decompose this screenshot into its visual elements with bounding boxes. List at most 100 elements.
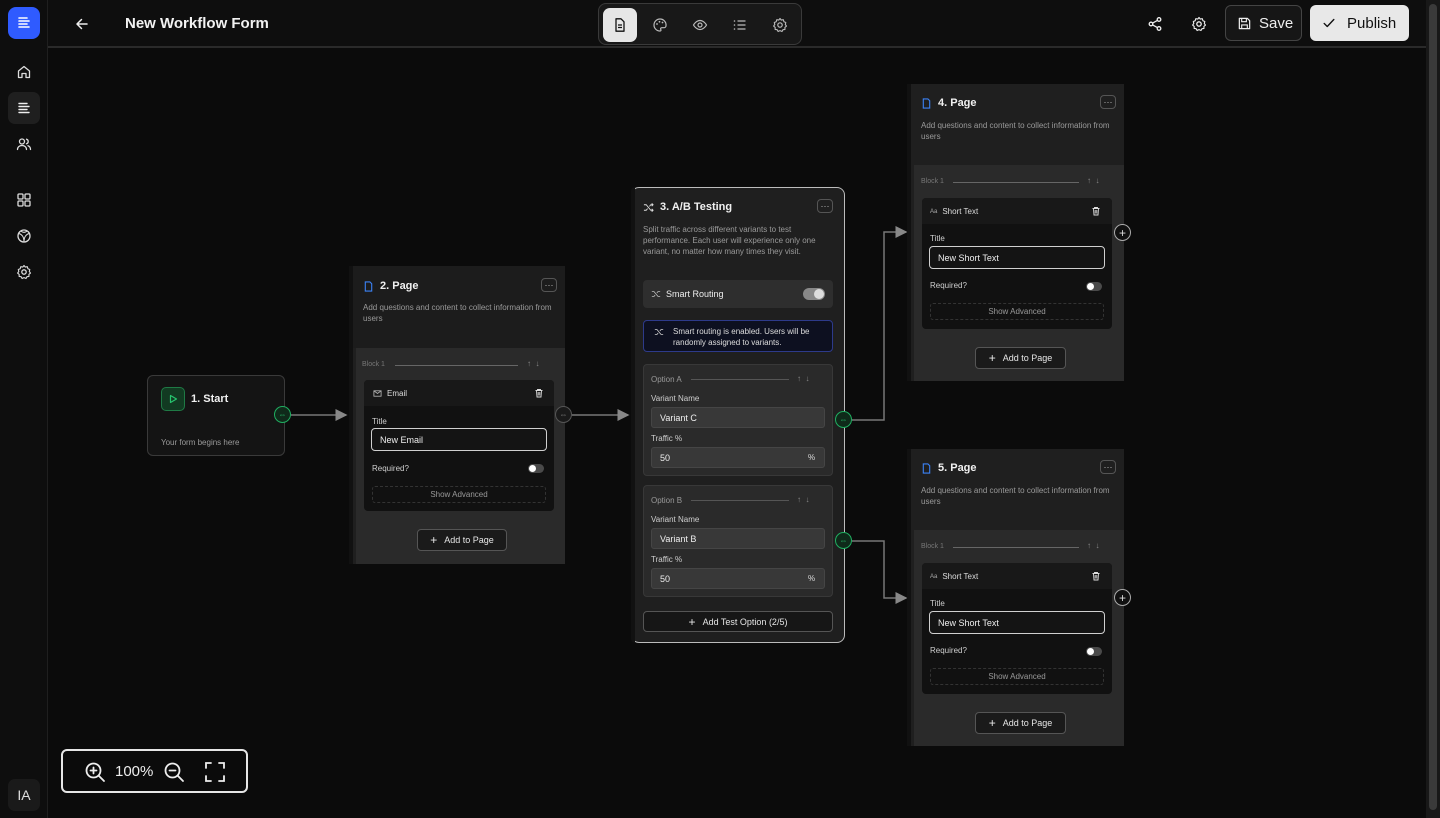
page-icon [922, 462, 931, 474]
page4-title-text: 4. Page [938, 97, 977, 109]
field-type-label: Short Text [942, 207, 979, 216]
start-node[interactable]: 1. Start Your form begins here [147, 375, 285, 456]
ab-description: Split traffic across different variants … [643, 225, 816, 256]
required-toggle[interactable] [528, 464, 544, 473]
page2-output-handle[interactable]: ⇔ [555, 406, 572, 423]
page-node-4[interactable]: 4. Page ··· Add questions and content to… [907, 84, 1124, 381]
field-type: Aa Short Text [930, 207, 978, 216]
page2-title: 2. Page [363, 280, 419, 292]
smart-routing-info-text: Smart routing is enabled. Users will be … [673, 327, 810, 347]
page-node-2[interactable]: 2. Page ··· Add questions and content to… [349, 266, 565, 564]
smart-routing-label: Smart Routing [666, 289, 724, 299]
percent-unit: % [808, 574, 816, 583]
traffic-label: Traffic % [651, 555, 683, 564]
mail-icon [373, 390, 382, 397]
start-output-handle[interactable]: ⇔ [274, 406, 291, 423]
option-a-output-handle[interactable]: ⇔ [835, 411, 852, 428]
zoom-level: 100% [115, 763, 154, 780]
title-label: Title [930, 234, 945, 243]
smart-routing-info: Smart routing is enabled. Users will be … [643, 320, 833, 352]
play-icon [161, 387, 185, 411]
option-b-label: Option B [651, 496, 683, 505]
add-to-page-label: Add to Page [1002, 718, 1053, 728]
title-input[interactable]: New Short Text [929, 611, 1105, 634]
ab-menu-button[interactable]: ··· [817, 199, 833, 213]
add-node-button[interactable]: + [1114, 589, 1131, 606]
field-type-label: Email [387, 389, 408, 398]
text-icon: Aa [930, 208, 938, 215]
zoom-out-icon[interactable] [163, 761, 185, 783]
traffic-label: Traffic % [651, 434, 683, 443]
title-input[interactable]: New Email [371, 428, 547, 451]
title-input[interactable]: New Short Text [929, 246, 1105, 269]
block-label: Block 1 [362, 361, 385, 368]
traffic-input[interactable]: 50 [651, 447, 825, 468]
short-text-field-card[interactable]: Aa Short Text Title New Short Text Requi… [922, 563, 1112, 694]
trash-icon[interactable] [1091, 571, 1101, 581]
plus-icon: + [688, 614, 696, 629]
fit-view-icon[interactable] [204, 761, 226, 783]
add-to-page-label: Add to Page [444, 535, 494, 545]
shuffle-icon [654, 329, 664, 335]
show-advanced-button[interactable]: Show Advanced [372, 486, 546, 503]
page5-block: Block 1 ↑ ↓ Aa Short Text Title New Shor… [914, 530, 1124, 746]
traffic-input[interactable]: 50 [651, 568, 825, 589]
required-label: Required? [930, 281, 967, 290]
add-test-option-label: Add Test Option (2/5) [702, 616, 788, 627]
field-type: Email [373, 389, 407, 398]
short-text-field-card[interactable]: Aa Short Text Title New Short Text Requi… [922, 198, 1112, 329]
block-label: Block 1 [921, 543, 944, 550]
vertical-scrollbar[interactable] [1426, 0, 1440, 818]
option-a-label: Option A [651, 375, 682, 384]
page4-title: 4. Page [921, 97, 977, 109]
page2-title-text: 2. Page [380, 280, 419, 292]
page2-menu-button[interactable]: ··· [541, 278, 557, 292]
page-icon [364, 280, 373, 292]
plus-icon: + [988, 351, 996, 365]
variant-name-input[interactable]: Variant C [651, 407, 825, 428]
page4-menu-button[interactable]: ··· [1100, 95, 1116, 109]
required-label: Required? [372, 464, 409, 473]
edge-optiona-to-page4 [852, 226, 908, 421]
page5-title: 5. Page [921, 462, 977, 474]
smart-routing-toggle[interactable] [803, 288, 825, 300]
page5-menu-button[interactable]: ··· [1100, 460, 1116, 474]
block-move-arrows[interactable]: ↑ ↓ [527, 359, 539, 368]
start-title: 1. Start [191, 393, 229, 405]
ab-title: 3. A/B Testing [643, 201, 732, 213]
option-b-output-handle[interactable]: ⇔ [835, 532, 852, 549]
title-label: Title [372, 417, 387, 426]
trash-icon[interactable] [1091, 206, 1101, 216]
page-node-5[interactable]: 5. Page ··· Add questions and content to… [907, 449, 1124, 746]
variant-name-label: Variant Name [651, 394, 700, 403]
page4-description: Add questions and content to collect inf… [921, 121, 1110, 141]
required-label: Required? [930, 646, 967, 655]
page2-block: Block 1 ↑ ↓ Email Title New Email Requir… [356, 348, 565, 564]
add-node-button[interactable]: + [1114, 224, 1131, 241]
add-to-page-button[interactable]: + Add to Page [417, 529, 507, 551]
email-field-card[interactable]: Email Title New Email Required? Show Adv… [364, 380, 554, 511]
edge-optionb-to-page5 [852, 540, 908, 604]
add-test-option-button[interactable]: + Add Test Option (2/5) [643, 611, 833, 632]
zoom-in-icon[interactable] [84, 761, 106, 783]
page2-description: Add questions and content to collect inf… [363, 303, 552, 323]
required-toggle[interactable] [1086, 282, 1102, 291]
ab-title-text: 3. A/B Testing [660, 201, 733, 213]
block-move-arrows[interactable]: ↑ ↓ [1087, 541, 1099, 550]
add-to-page-button[interactable]: + Add to Page [975, 712, 1066, 734]
zoom-controls: 100% [61, 749, 248, 793]
smart-routing-row: Smart Routing [643, 280, 833, 308]
variant-name-label: Variant Name [651, 515, 700, 524]
option-a-move-arrows[interactable]: ↑ ↓ [797, 374, 809, 383]
show-advanced-button[interactable]: Show Advanced [930, 303, 1104, 320]
trash-icon[interactable] [534, 388, 544, 398]
block-move-arrows[interactable]: ↑ ↓ [1087, 176, 1099, 185]
text-icon: Aa [930, 573, 938, 580]
variant-name-input[interactable]: Variant B [651, 528, 825, 549]
shuffle-icon [651, 291, 661, 297]
show-advanced-button[interactable]: Show Advanced [930, 668, 1104, 685]
add-to-page-button[interactable]: + Add to Page [975, 347, 1066, 369]
option-b-move-arrows[interactable]: ↑ ↓ [797, 495, 809, 504]
plus-icon: + [430, 533, 438, 547]
required-toggle[interactable] [1086, 647, 1102, 656]
